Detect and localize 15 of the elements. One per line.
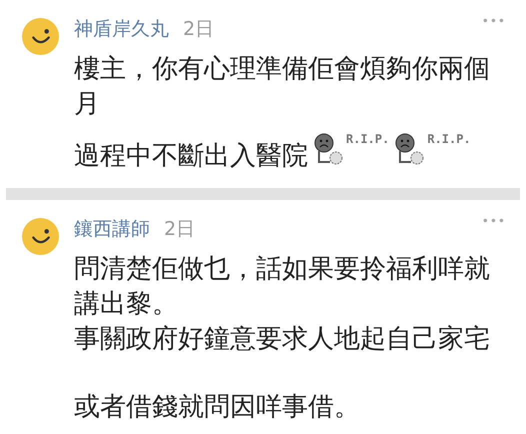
author-name[interactable]: 神盾岸久丸: [74, 16, 169, 42]
more-options-button[interactable]: •••: [482, 14, 506, 28]
rip-caption: R.I.P.: [346, 132, 390, 146]
avatar-icon: [22, 218, 59, 255]
post-time: 2日: [164, 217, 196, 242]
comment-text: 過程中不斷出入醫院: [74, 140, 308, 173]
comment-text: 事關政府好鐘意要求人地起自己家宅: [74, 323, 490, 356]
comment-text: 樓主，你有心理準備佢會煩夠你兩個月: [74, 53, 491, 121]
comment-text: 或者借錢就問因咩事借。: [74, 391, 360, 424]
rip-caption: R.I.P.: [427, 132, 471, 146]
author-name[interactable]: 鑲西講師: [74, 216, 150, 242]
post-time: 2日: [183, 17, 214, 42]
comment-text: 問清楚佢做乜，話如果要拎福利咩就講出黎。: [74, 253, 491, 321]
more-options-button[interactable]: •••: [482, 214, 506, 228]
avatar-icon: [22, 18, 59, 55]
